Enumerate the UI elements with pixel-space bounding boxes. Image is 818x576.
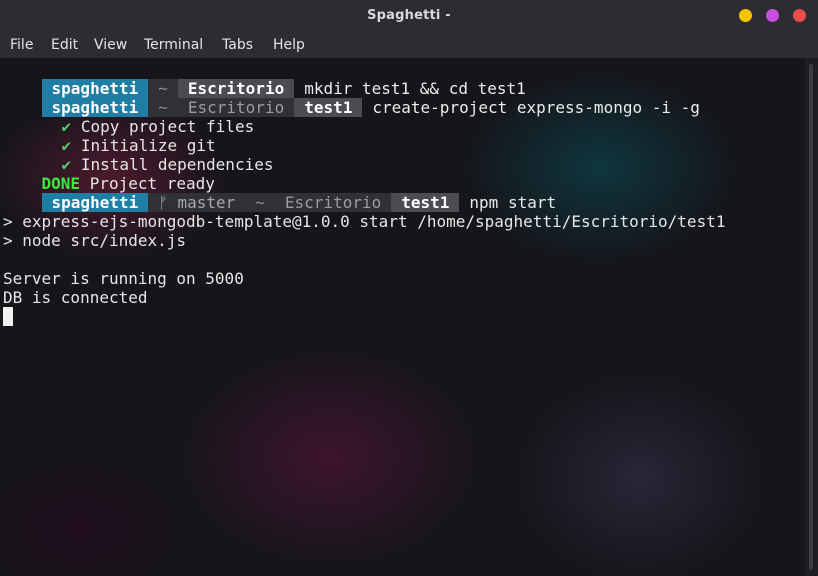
command-text: create-project express-mongo -i -g xyxy=(372,98,700,117)
menu-view[interactable]: View xyxy=(94,37,127,53)
prompt-home-segment: ~ xyxy=(245,193,275,212)
close-button[interactable] xyxy=(793,9,806,22)
title-bar: Spaghetti - xyxy=(0,0,818,33)
prompt-dir-segment: Escritorio xyxy=(274,193,392,212)
menu-help[interactable]: Help xyxy=(273,37,305,53)
output-line: > node src/index.js xyxy=(3,231,187,250)
scrollbar[interactable] xyxy=(805,58,818,576)
menu-tabs[interactable]: Tabs xyxy=(222,37,253,53)
prompt-line: spaghetti ~ Escritorio test1 create-project … xyxy=(3,79,700,117)
step-line: ✔ Copy project files xyxy=(23,98,255,136)
menu-file[interactable]: File xyxy=(10,37,33,53)
output-line: > express-ejs-mongodb-template@1.0.0 sta… xyxy=(3,212,726,231)
maximize-button[interactable] xyxy=(766,9,779,22)
menu-edit[interactable]: Edit xyxy=(51,37,78,53)
output-line: Server is running on 5000 xyxy=(3,269,244,288)
output-line: DB is connected xyxy=(3,288,148,307)
scrollbar-thumb[interactable] xyxy=(809,64,813,570)
command-text: npm start xyxy=(469,193,557,212)
menu-terminal[interactable]: Terminal xyxy=(144,37,203,53)
window-title: Spaghetti - xyxy=(367,8,451,23)
terminal-area[interactable]: spaghetti ~ Escritorio mkdir test1 && cd te… xyxy=(0,58,805,576)
prompt-line: spaghetti ~ Escritorio mkdir test1 && cd te… xyxy=(3,60,526,98)
prompt-user-segment: spaghetti xyxy=(41,193,149,212)
prompt-current-dir-segment: test1 xyxy=(391,193,460,212)
terminal-cursor xyxy=(3,307,13,326)
prompt-git-segment: ᚠ master xyxy=(148,193,246,212)
step-line: ✔ Install dependencies xyxy=(23,136,274,174)
minimize-button[interactable] xyxy=(739,9,752,22)
done-line: DONE Project ready xyxy=(3,155,215,193)
prompt-line: spaghetti ᚠ master ~ Escritorio test1 npm sta… xyxy=(3,174,556,212)
prompt-current-dir-segment: test1 xyxy=(294,98,363,117)
step-line: ✔ Initialize git xyxy=(23,117,216,155)
menu-bar: File Edit View Terminal Tabs Help xyxy=(0,33,818,58)
